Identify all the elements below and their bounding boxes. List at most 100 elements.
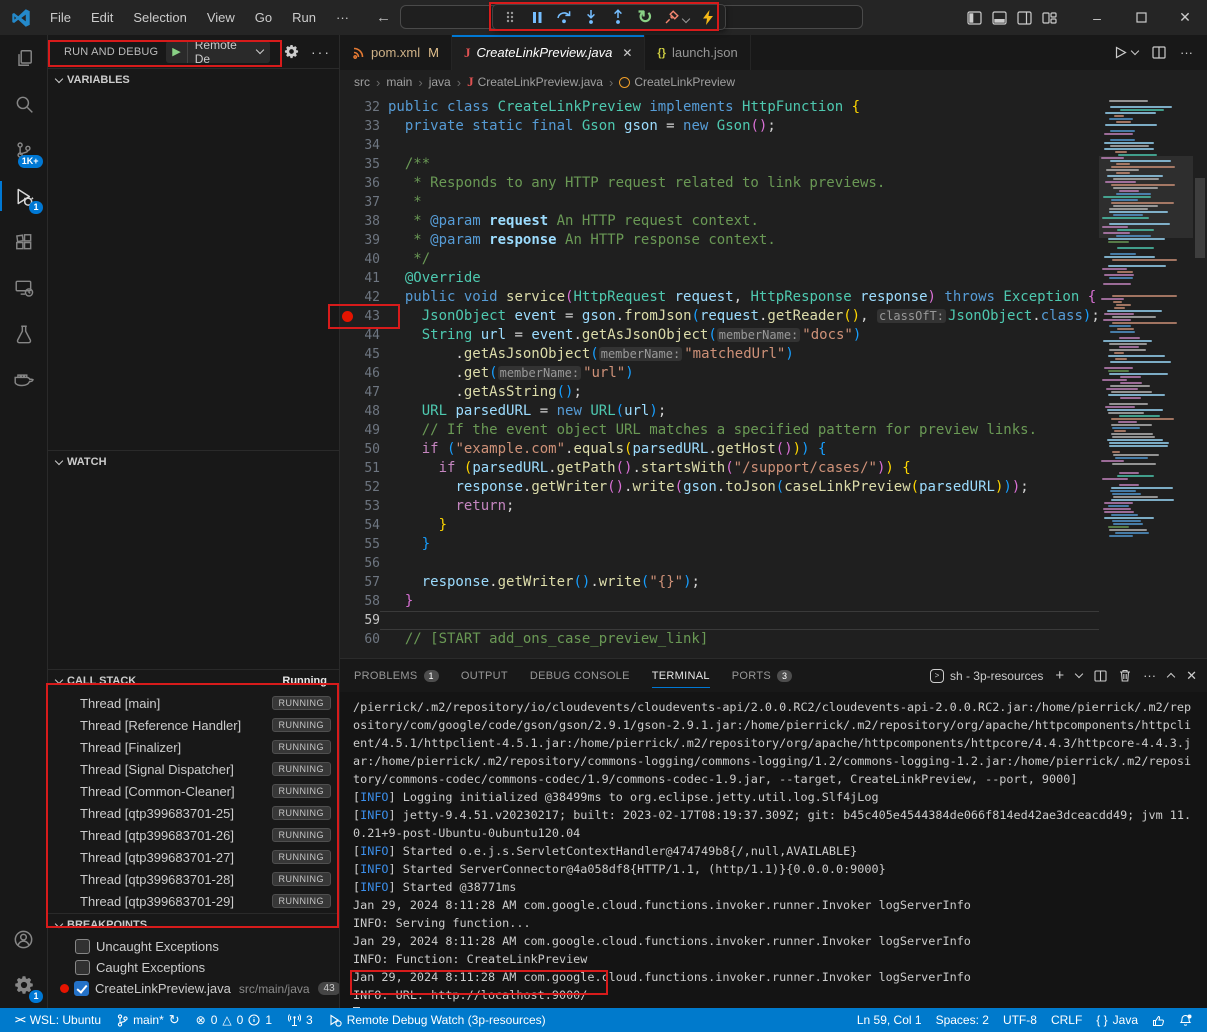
activity-run-and-debug[interactable]: 1	[0, 173, 48, 219]
line-number-gutter[interactable]: 47	[340, 383, 380, 402]
encoding[interactable]: UTF-8	[996, 1013, 1044, 1027]
step-out-icon[interactable]	[606, 6, 630, 28]
activity-docker[interactable]	[0, 357, 48, 403]
line-number-gutter[interactable]: 52	[340, 478, 380, 497]
editor-scrollbar[interactable]	[1193, 94, 1207, 658]
call-stack-thread-row[interactable]: Thread [qtp399683701-25]RUNNING	[48, 802, 339, 824]
breakpoint-checkbox[interactable]	[74, 981, 89, 996]
toggle-primary-sidebar-icon[interactable]	[967, 11, 982, 25]
maximize-panel-icon[interactable]	[1167, 673, 1175, 681]
breakpoints-section-header[interactable]: BREAKPOINTS	[48, 914, 339, 936]
line-number-gutter[interactable]: 39	[340, 231, 380, 250]
language-mode[interactable]: { }Java	[1089, 1013, 1145, 1027]
breadcrumb-item-main[interactable]: main	[386, 75, 412, 89]
breadcrumb-item-CreateLinkPreview-java[interactable]: JCreateLinkPreview.java	[467, 74, 603, 90]
line-number-gutter[interactable]: 54	[340, 516, 380, 535]
toggle-panel-icon[interactable]	[992, 11, 1007, 25]
line-number-gutter[interactable]: 44	[340, 326, 380, 345]
terminal-output[interactable]: /pierrick/.m2/repository/io/cloudevents/…	[340, 692, 1207, 1008]
line-number-gutter[interactable]: 42	[340, 288, 380, 307]
activity-account[interactable]	[0, 916, 48, 962]
call-stack-thread-row[interactable]: Thread [qtp399683701-29]RUNNING	[48, 890, 339, 912]
activity-testing[interactable]	[0, 311, 48, 357]
panel-tab-terminal[interactable]: TERMINAL	[652, 659, 710, 692]
line-number-gutter[interactable]: 41	[340, 269, 380, 288]
line-number-gutter[interactable]: 32	[340, 98, 380, 117]
breakpoint-checkbox[interactable]	[75, 960, 90, 975]
watch-section-header[interactable]: WATCH	[48, 451, 339, 473]
drag-grip-icon[interactable]	[498, 6, 522, 28]
close-panel-icon[interactable]: ✕	[1186, 668, 1197, 684]
panel-tab-output[interactable]: OUTPUT	[461, 659, 508, 692]
panel-more-actions-icon[interactable]: ···	[1143, 668, 1156, 683]
line-number-gutter[interactable]: 33	[340, 117, 380, 136]
breadcrumb-item-CreateLinkPreview[interactable]: CreateLinkPreview	[619, 75, 735, 89]
menu-go[interactable]: Go	[246, 6, 281, 29]
hot-code-replace-icon[interactable]	[696, 6, 720, 28]
run-file-button[interactable]	[1114, 46, 1138, 59]
line-number-gutter[interactable]: 50	[340, 440, 380, 459]
debug-session-status[interactable]: Remote Debug Watch (3p-resources)	[322, 1008, 553, 1032]
activity-extensions[interactable]	[0, 219, 48, 265]
activity-source-control[interactable]: 1K+	[0, 127, 48, 173]
toggle-secondary-sidebar-icon[interactable]	[1017, 11, 1032, 25]
menu-[interactable]: ···	[327, 6, 358, 29]
line-number-gutter[interactable]: 43	[340, 307, 380, 326]
tab-launch-json[interactable]: {}launch.json	[645, 35, 750, 70]
breakpoint-icon[interactable]	[342, 311, 353, 322]
menu-file[interactable]: File	[41, 6, 80, 29]
step-over-icon[interactable]	[552, 6, 576, 28]
step-into-icon[interactable]	[579, 6, 603, 28]
eol-sequence[interactable]: CRLF	[1044, 1013, 1089, 1027]
menu-view[interactable]: View	[198, 6, 244, 29]
activity-remote-explorer[interactable]	[0, 265, 48, 311]
minimize-button[interactable]: –	[1075, 0, 1119, 35]
activity-settings[interactable]: 1	[0, 962, 48, 1008]
maximize-button[interactable]	[1119, 0, 1163, 35]
line-number-gutter[interactable]: 40	[340, 250, 380, 269]
chevron-down-icon[interactable]	[683, 10, 693, 25]
line-number-gutter[interactable]: 56	[340, 554, 380, 573]
call-stack-thread-row[interactable]: Thread [qtp399683701-27]RUNNING	[48, 846, 339, 868]
breakpoint-checkbox[interactable]	[75, 939, 90, 954]
sidebar-more-actions-icon[interactable]: ···	[311, 44, 331, 60]
line-number-gutter[interactable]: 55	[340, 535, 380, 554]
call-stack-thread-row[interactable]: Thread [Signal Dispatcher]RUNNING	[48, 758, 339, 780]
git-branch[interactable]: main*↻	[110, 1008, 187, 1032]
line-number-gutter[interactable]: 34	[340, 136, 380, 155]
call-stack-thread-row[interactable]: Thread [Common-Cleaner]RUNNING	[48, 780, 339, 802]
line-number-gutter[interactable]: 35	[340, 155, 380, 174]
problems-summary[interactable]: ⊗0△01	[189, 1008, 279, 1032]
activity-explorer[interactable]	[0, 35, 48, 81]
breakpoint-row[interactable]: Uncaught Exceptions	[48, 936, 339, 957]
panel-tab-problems[interactable]: PROBLEMS1	[354, 659, 439, 692]
breakpoint-row[interactable]: Caught Exceptions	[48, 957, 339, 978]
split-editor-icon[interactable]	[1152, 46, 1166, 59]
remote-indicator[interactable]: ><WSL: Ubuntu	[8, 1008, 108, 1032]
tab-pom-xml[interactable]: pom.xmlM	[340, 35, 452, 70]
panel-tab-debug-console[interactable]: DEBUG CONSOLE	[530, 659, 630, 692]
call-stack-thread-row[interactable]: Thread [Reference Handler]RUNNING	[48, 714, 339, 736]
terminal-dropdown-icon[interactable]	[1075, 670, 1083, 678]
editor-more-actions-icon[interactable]: ···	[1180, 45, 1193, 60]
line-number-gutter[interactable]: 59	[340, 611, 380, 630]
close-button[interactable]: ✕	[1163, 0, 1207, 35]
kill-terminal-icon[interactable]	[1119, 669, 1131, 682]
launch-config-select[interactable]: Remote De	[188, 41, 270, 63]
debug-settings-gear-icon[interactable]	[284, 44, 299, 59]
panel-tab-ports[interactable]: PORTS3	[732, 659, 793, 692]
call-stack-thread-row[interactable]: Thread [qtp399683701-28]RUNNING	[48, 868, 339, 890]
disconnect-icon[interactable]	[660, 6, 684, 28]
call-stack-section-header[interactable]: CALL STACKRunning	[48, 670, 339, 692]
line-number-gutter[interactable]: 46	[340, 364, 380, 383]
tab-CreateLinkPreview-java[interactable]: JCreateLinkPreview.java✕	[452, 35, 645, 70]
menu-edit[interactable]: Edit	[82, 6, 122, 29]
call-stack-thread-row[interactable]: Thread [qtp399683701-26]RUNNING	[48, 824, 339, 846]
menu-run[interactable]: Run	[283, 6, 325, 29]
split-terminal-icon[interactable]	[1094, 670, 1107, 682]
line-number-gutter[interactable]: 48	[340, 402, 380, 421]
line-number-gutter[interactable]: 57	[340, 573, 380, 592]
line-number-gutter[interactable]: 45	[340, 345, 380, 364]
call-stack-thread-row[interactable]: Thread [main]RUNNING	[48, 692, 339, 714]
breadcrumb-item-java[interactable]: java	[429, 75, 451, 89]
